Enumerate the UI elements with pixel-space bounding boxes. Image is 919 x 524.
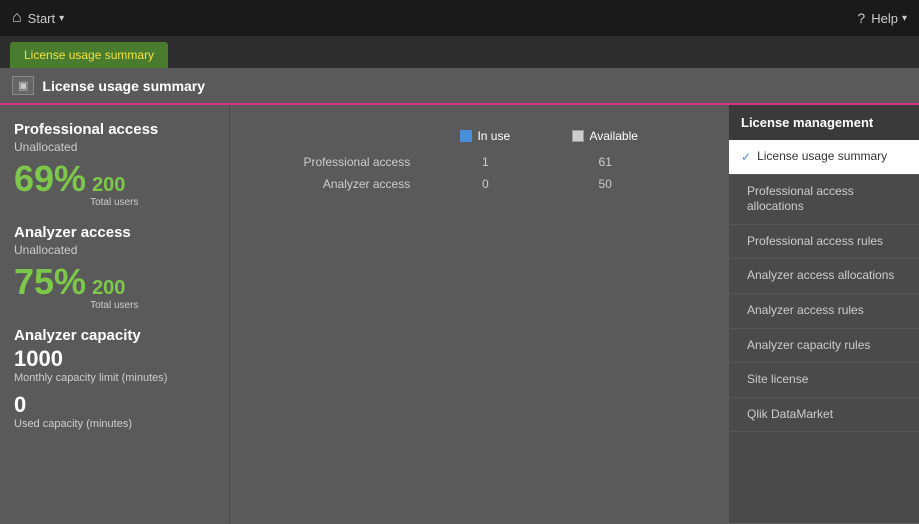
sidebar-item-label: Professional access rules: [747, 234, 883, 250]
professional-access-title: Professional access: [14, 121, 215, 138]
sidebar-items-container: ✓ License usage summary Professional acc…: [729, 140, 919, 432]
tab-bar: License usage summary: [0, 36, 919, 68]
sidebar-item[interactable]: Analyzer capacity rules: [729, 329, 919, 364]
row-label: Analyzer access: [250, 173, 430, 195]
center-panel: In use Available Professional access 1 6…: [230, 105, 729, 523]
analyzer-access-section: Analyzer access Unallocated 75% 200 Tota…: [14, 224, 215, 311]
row-label: Professional access: [250, 151, 430, 173]
main-content: Professional access Unallocated 69% 200 …: [0, 105, 919, 523]
top-nav-right: ? Help ▾: [857, 10, 907, 26]
analyzer-stat-row: 75% 200 Total users: [14, 261, 215, 311]
sidebar-item[interactable]: ✓ License usage summary: [729, 140, 919, 175]
sidebar-item-label: Analyzer access allocations: [747, 268, 894, 284]
used-capacity-number: 0: [14, 392, 215, 418]
available-legend-box: [572, 130, 584, 142]
sidebar-item[interactable]: Site license: [729, 363, 919, 398]
right-sidebar: License management ✓ License usage summa…: [729, 105, 919, 523]
start-button[interactable]: Start ▾: [28, 11, 65, 26]
sidebar-item-label: Analyzer access rules: [747, 303, 864, 319]
row-inuse: 1: [430, 151, 540, 173]
analyzer-capacity-section: Analyzer capacity 1000 Monthly capacity …: [14, 327, 215, 430]
col-available-header: Available: [540, 125, 670, 151]
row-available: 50: [540, 173, 670, 195]
top-nav-left: ⌂ Start ▾: [12, 9, 64, 27]
sidebar-item[interactable]: Analyzer access rules: [729, 294, 919, 329]
sidebar-header: License management: [729, 105, 919, 140]
col-inuse-header: In use: [430, 125, 540, 151]
sidebar-item-label: License usage summary: [757, 149, 887, 165]
table-row: Professional access 1 61: [250, 151, 670, 173]
help-label: Help: [871, 11, 898, 26]
sidebar-item[interactable]: Qlik DataMarket: [729, 398, 919, 433]
table-row: Analyzer access 0 50: [250, 173, 670, 195]
professional-access-subtitle: Unallocated: [14, 140, 215, 154]
professional-percent: 69%: [14, 158, 86, 200]
professional-access-section: Professional access Unallocated 69% 200 …: [14, 121, 215, 208]
top-nav: ⌂ Start ▾ ? Help ▾: [0, 0, 919, 36]
analyzer-access-subtitle: Unallocated: [14, 243, 215, 257]
monthly-capacity-label: Monthly capacity limit (minutes): [14, 372, 215, 384]
col-empty: [250, 125, 430, 151]
home-icon: ⌂: [12, 9, 22, 27]
analyzer-count: 200: [92, 277, 138, 300]
sidebar-item[interactable]: Professional access allocations: [729, 175, 919, 225]
inuse-legend-box: [460, 130, 472, 142]
check-icon: ✓: [741, 150, 751, 164]
used-capacity-label: Used capacity (minutes): [14, 418, 215, 430]
professional-count: 200: [92, 174, 138, 197]
analyzer-capacity-title: Analyzer capacity: [14, 327, 215, 344]
help-circle-icon: ?: [857, 10, 865, 26]
help-chevron-icon: ▾: [902, 13, 907, 24]
sidebar-item-label: Site license: [747, 372, 808, 388]
sidebar-item[interactable]: Professional access rules: [729, 225, 919, 260]
access-table: In use Available Professional access 1 6…: [250, 125, 670, 195]
analyzer-percent: 75%: [14, 261, 86, 303]
monthly-capacity-number: 1000: [14, 346, 215, 372]
tab-license-usage-summary[interactable]: License usage summary: [10, 42, 168, 68]
professional-stat-row: 69% 200 Total users: [14, 158, 215, 208]
sidebar-item[interactable]: Analyzer access allocations: [729, 259, 919, 294]
sidebar-item-label: Qlik DataMarket: [747, 407, 833, 423]
row-available: 61: [540, 151, 670, 173]
analyzer-total-label: Total users: [90, 300, 138, 311]
help-button[interactable]: Help ▾: [871, 11, 907, 26]
page-title: License usage summary: [42, 78, 205, 94]
professional-total-label: Total users: [90, 197, 138, 208]
sidebar-item-label: Analyzer capacity rules: [747, 338, 870, 354]
page-header-icon: ▣: [12, 76, 34, 95]
start-chevron-icon: ▾: [59, 13, 64, 24]
start-label: Start: [28, 11, 55, 26]
page-header: ▣ License usage summary: [0, 68, 919, 105]
left-panel: Professional access Unallocated 69% 200 …: [0, 105, 230, 523]
analyzer-access-title: Analyzer access: [14, 224, 215, 241]
row-inuse: 0: [430, 173, 540, 195]
sidebar-item-label: Professional access allocations: [747, 184, 907, 215]
